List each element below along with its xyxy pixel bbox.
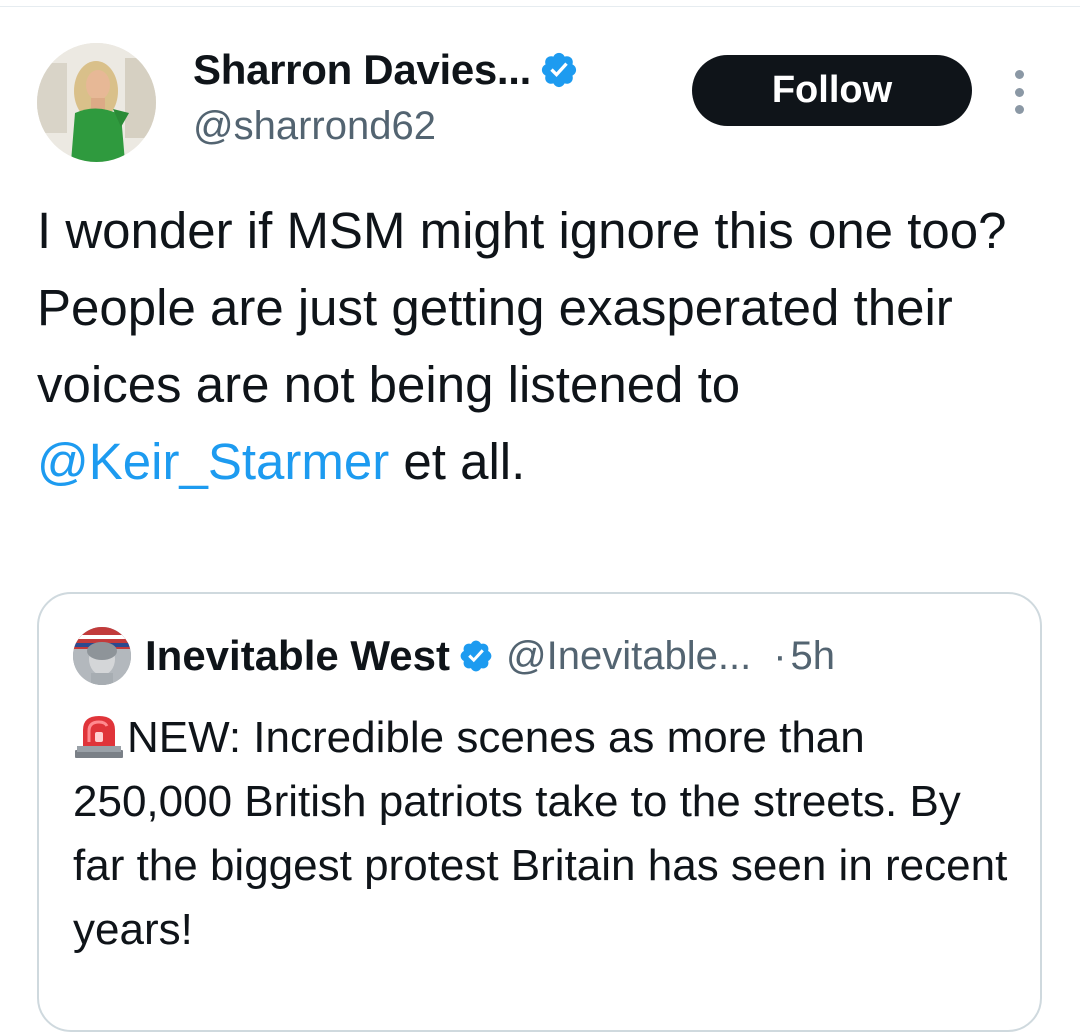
quoted-author-handle[interactable]: @Inevitable... [506, 634, 751, 679]
verified-badge-icon [541, 52, 577, 88]
tweet-text: I wonder if MSM might ignore this one to… [37, 192, 1037, 500]
quoted-tweet-header: Inevitable West @Inevitable... · 5h [73, 627, 836, 685]
quoted-author-avatar-image [73, 627, 131, 685]
author-avatar-image [37, 43, 156, 162]
author-display-name[interactable]: Sharron Davies... [193, 46, 531, 94]
tweet-text-part: et all. [389, 433, 526, 490]
top-divider [0, 6, 1080, 7]
quoted-author-display-name[interactable]: Inevitable West [145, 632, 450, 680]
author-avatar[interactable] [37, 43, 156, 162]
more-options-icon[interactable] [1004, 70, 1034, 114]
author-handle[interactable]: @sharrond62 [193, 104, 436, 149]
mention-link[interactable]: @Keir_Starmer [37, 433, 389, 490]
more-dot [1014, 70, 1024, 79]
quoted-tweet-text: NEW: Incredible scenes as more than 250,… [73, 706, 1013, 962]
quoted-author-avatar[interactable] [73, 627, 131, 685]
quoted-tweet-timestamp[interactable]: 5h [791, 634, 836, 679]
tweet-text-part: I wonder if MSM might ignore this one to… [37, 202, 1021, 413]
rotating-light-siren-icon [75, 716, 123, 758]
quoted-tweet-body: NEW: Incredible scenes as more than 250,… [73, 713, 1008, 954]
more-dot [1014, 87, 1024, 97]
follow-button[interactable]: Follow [692, 55, 972, 126]
verified-badge-icon [460, 640, 492, 672]
time-separator: · [773, 633, 787, 678]
author-name-row: Sharron Davies... [193, 44, 579, 96]
more-dot [1014, 105, 1024, 114]
quoted-tweet-card[interactable]: Inevitable West @Inevitable... · 5h NEW:… [37, 592, 1042, 1032]
